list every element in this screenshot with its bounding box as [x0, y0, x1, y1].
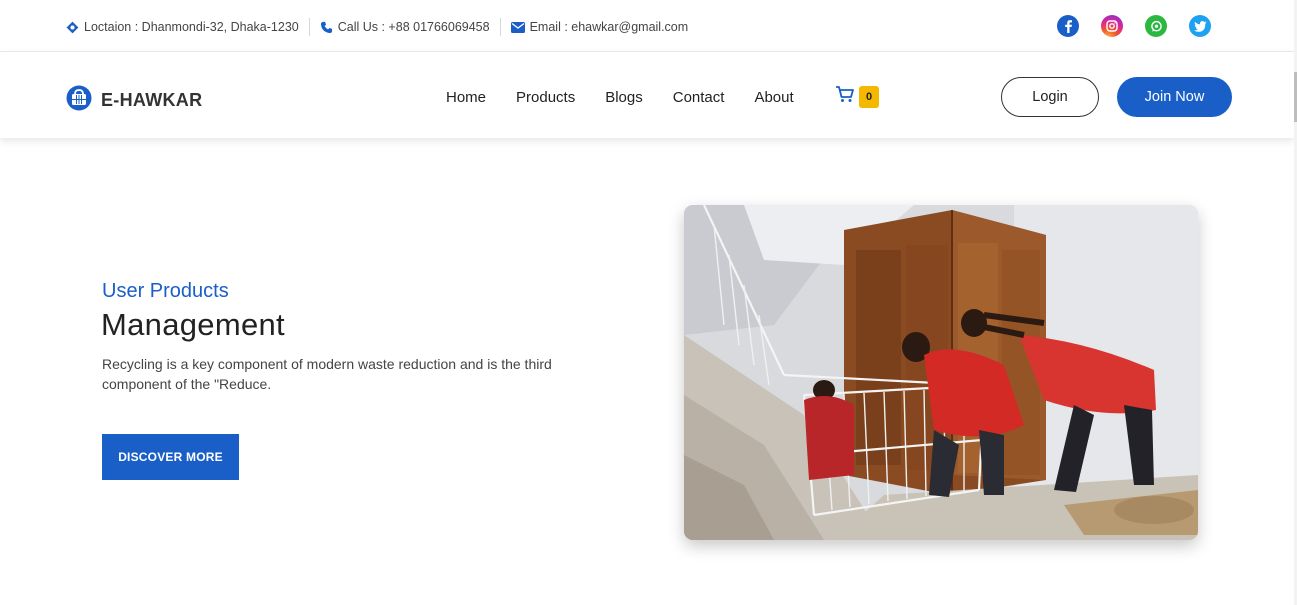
nav-blogs[interactable]: Blogs	[605, 89, 643, 106]
cart-count-badge: 0	[859, 85, 879, 108]
phone-icon	[320, 21, 333, 34]
phone-text: Call Us : +88 01766069458	[337, 20, 490, 34]
instagram-icon[interactable]	[1101, 15, 1123, 37]
nav-home[interactable]: Home	[446, 89, 486, 106]
hero-title: Management	[101, 307, 285, 342]
email-info[interactable]: Email : ehawkar@gmail.com	[510, 20, 689, 34]
login-button[interactable]: Login	[1001, 77, 1099, 117]
nav-about[interactable]: About	[754, 89, 793, 106]
cart-button[interactable]: 0	[835, 85, 879, 108]
basket-logo-icon	[66, 85, 92, 116]
envelope-icon	[510, 21, 525, 33]
hero-photo-movers-carrying-wardrobe	[684, 205, 1198, 540]
phone-info[interactable]: Call Us : +88 01766069458	[320, 20, 490, 34]
main-menu: Home Products Blogs Contact About	[446, 89, 794, 106]
discover-more-button[interactable]: DISCOVER MORE	[102, 434, 239, 480]
whatsapp-icon[interactable]	[1145, 15, 1167, 37]
location-icon	[66, 21, 79, 34]
top-info-bar: Loctaion : Dhanmondi-32, Dhaka-1230 Call…	[0, 0, 1294, 52]
hero-subtitle: User Products	[102, 280, 229, 302]
location-info: Loctaion : Dhanmondi-32, Dhaka-1230	[66, 20, 299, 34]
main-navbar: E-HAWKAR Home Products Blogs Contact Abo…	[0, 52, 1294, 138]
contact-info: Loctaion : Dhanmondi-32, Dhaka-1230 Call…	[66, 18, 688, 36]
join-now-button[interactable]: Join Now	[1117, 77, 1232, 117]
divider	[308, 18, 310, 36]
nav-contact[interactable]: Contact	[673, 89, 725, 106]
hero-description: Recycling is a key component of modern w…	[102, 356, 552, 392]
brand-name: E-HAWKAR	[101, 90, 203, 110]
twitter-icon[interactable]	[1189, 15, 1211, 37]
facebook-icon[interactable]	[1057, 15, 1079, 37]
divider	[499, 18, 501, 36]
nav-products[interactable]: Products	[516, 89, 575, 106]
location-text: Loctaion : Dhanmondi-32, Dhaka-1230	[84, 20, 299, 34]
email-text: Email : ehawkar@gmail.com	[529, 20, 689, 34]
social-links	[1057, 15, 1211, 37]
cart-icon	[835, 85, 855, 108]
brand-logo[interactable]: E-HAWKAR	[66, 85, 202, 116]
